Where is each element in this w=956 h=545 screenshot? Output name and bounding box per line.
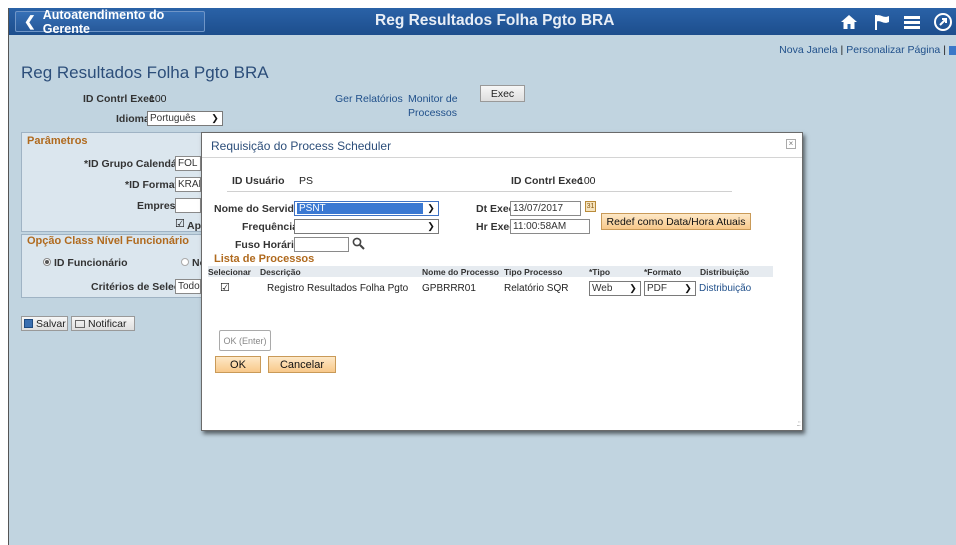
resize-handle[interactable]: .:: xyxy=(796,419,801,428)
chevron-down-icon: ❯ xyxy=(684,283,692,293)
ap-checkbox-label: Ap xyxy=(187,220,201,232)
save-button[interactable]: Salvar xyxy=(21,316,68,331)
personalize-page-link[interactable]: Personalizar Página xyxy=(846,44,940,56)
top-links: Nova Janela | Personalizar Página | xyxy=(779,44,956,56)
radio-no[interactable] xyxy=(181,258,189,266)
recurrence-select[interactable]: ❯ xyxy=(294,219,439,234)
user-id-value: PS xyxy=(299,175,314,187)
dialog-title: Requisição do Process Scheduler xyxy=(211,139,392,153)
ok-enter-button[interactable]: OK (Enter) xyxy=(219,330,271,351)
row-distribution-link[interactable]: Distribuição xyxy=(699,283,751,294)
process-monitor-line1: Monitor de xyxy=(408,93,458,105)
radio-employee-id-label: ID Funcionário xyxy=(54,257,128,269)
format-id-input[interactable]: KRAL xyxy=(175,177,201,192)
col-process-name: Nome do Processo xyxy=(422,267,499,277)
radio-employee-id[interactable] xyxy=(43,258,51,266)
chevron-left-icon: ❮ xyxy=(24,13,36,29)
language-select[interactable]: Português ❯ xyxy=(147,111,223,126)
col-distribution: Distribuição xyxy=(700,267,750,277)
col-format: *Formato xyxy=(644,267,682,277)
company-input[interactable] xyxy=(175,198,201,213)
run-control-label: ID Contrl Exec xyxy=(83,93,155,105)
server-name-value: PSNT xyxy=(297,203,423,214)
run-time-input[interactable]: 11:00:58AM xyxy=(510,219,590,234)
timezone-input[interactable] xyxy=(294,237,349,252)
header-title: Reg Resultados Folha Pgto BRA xyxy=(375,12,615,29)
language-select-value: Português xyxy=(150,113,196,124)
calendar-group-input[interactable]: FOL C xyxy=(175,156,201,171)
recurrence-label: Frequência xyxy=(242,221,299,233)
notify-icon xyxy=(75,319,85,328)
flag-icon[interactable] xyxy=(871,12,893,32)
dialog-run-control-label: ID Contrl Exec xyxy=(511,175,583,187)
chevron-down-icon: ❯ xyxy=(211,113,219,123)
user-id-label: ID Usuário xyxy=(232,175,285,187)
page-menu-icon[interactable] xyxy=(949,45,956,55)
process-list-heading: Lista de Processos xyxy=(214,253,315,265)
chevron-down-icon: ❯ xyxy=(427,221,435,231)
dialog-run-control-value: 100 xyxy=(578,175,596,187)
row-process-type: Relatório SQR xyxy=(504,283,569,294)
selection-criteria-select[interactable]: Todo xyxy=(175,279,201,294)
chevron-down-icon: ❯ xyxy=(629,283,637,293)
back-button-label: Autoatendimento do Gerente xyxy=(42,8,165,36)
exec-button[interactable]: Exec xyxy=(480,85,525,102)
run-date-input[interactable]: 13/07/2017 xyxy=(510,201,581,216)
page-title: Reg Resultados Folha Pgto BRA xyxy=(21,63,269,82)
parameters-heading: Parâmetros xyxy=(27,135,88,147)
app-frame: ❮ Autoatendimento do Gerente Reg Resulta… xyxy=(8,8,956,545)
search-icon[interactable] xyxy=(352,237,366,251)
row-format-value: PDF xyxy=(647,283,667,294)
row-type-value: Web xyxy=(592,283,613,294)
col-select: Selecionar xyxy=(208,267,251,277)
row-type-select[interactable]: Web ❯ xyxy=(589,281,641,296)
col-description: Descrição xyxy=(260,267,301,277)
row-format-select[interactable]: PDF ❯ xyxy=(644,281,696,296)
save-button-label: Salvar xyxy=(36,317,66,330)
cancel-button[interactable]: Cancelar xyxy=(268,356,336,373)
row-description: Registro Resultados Folha Pgto xyxy=(267,283,409,294)
timezone-label: Fuso Horário xyxy=(235,239,301,251)
ap-checkbox[interactable]: ☑ xyxy=(175,219,185,230)
employee-option-heading: Opção Class Nível Funcionário xyxy=(27,235,189,247)
home-icon[interactable] xyxy=(838,12,860,32)
col-type: *Tipo xyxy=(589,267,611,277)
process-monitor-line2: Processos xyxy=(408,107,458,119)
close-icon[interactable]: × xyxy=(786,139,796,149)
navbar-icon[interactable] xyxy=(932,12,954,32)
ok-button[interactable]: OK xyxy=(215,356,261,373)
row-process-name: GPBRRR01 xyxy=(422,283,476,294)
new-window-link[interactable]: Nova Janela xyxy=(779,44,837,56)
back-button[interactable]: ❮ Autoatendimento do Gerente xyxy=(15,8,205,36)
process-monitor-link[interactable]: Monitor de Processos xyxy=(408,93,458,119)
save-icon xyxy=(24,319,33,328)
notify-button[interactable]: Notificar xyxy=(71,316,135,331)
server-name-label: Nome do Servidor xyxy=(214,203,305,215)
run-control-value: 100 xyxy=(149,93,167,105)
calendar-icon[interactable]: 31 xyxy=(585,201,596,212)
notify-button-label: Notificar xyxy=(88,317,127,330)
reset-datetime-button[interactable]: Redef como Data/Hora Atuais xyxy=(601,213,751,230)
menu-icon[interactable] xyxy=(901,12,923,32)
server-name-select[interactable]: PSNT ❯ xyxy=(294,201,439,216)
app-header: ❮ Autoatendimento do Gerente Reg Resulta… xyxy=(9,8,956,36)
col-process-type: Tipo Processo xyxy=(504,267,563,277)
chevron-down-icon: ❯ xyxy=(427,203,435,213)
row-select-checkbox[interactable]: ☑ xyxy=(220,283,230,294)
language-label: Idioma xyxy=(116,113,150,125)
process-scheduler-dialog: Requisição do Process Scheduler × ID Usu… xyxy=(201,132,803,431)
run-date-label: Dt Exec xyxy=(476,203,515,215)
report-manager-link[interactable]: Ger Relatórios xyxy=(335,93,403,105)
